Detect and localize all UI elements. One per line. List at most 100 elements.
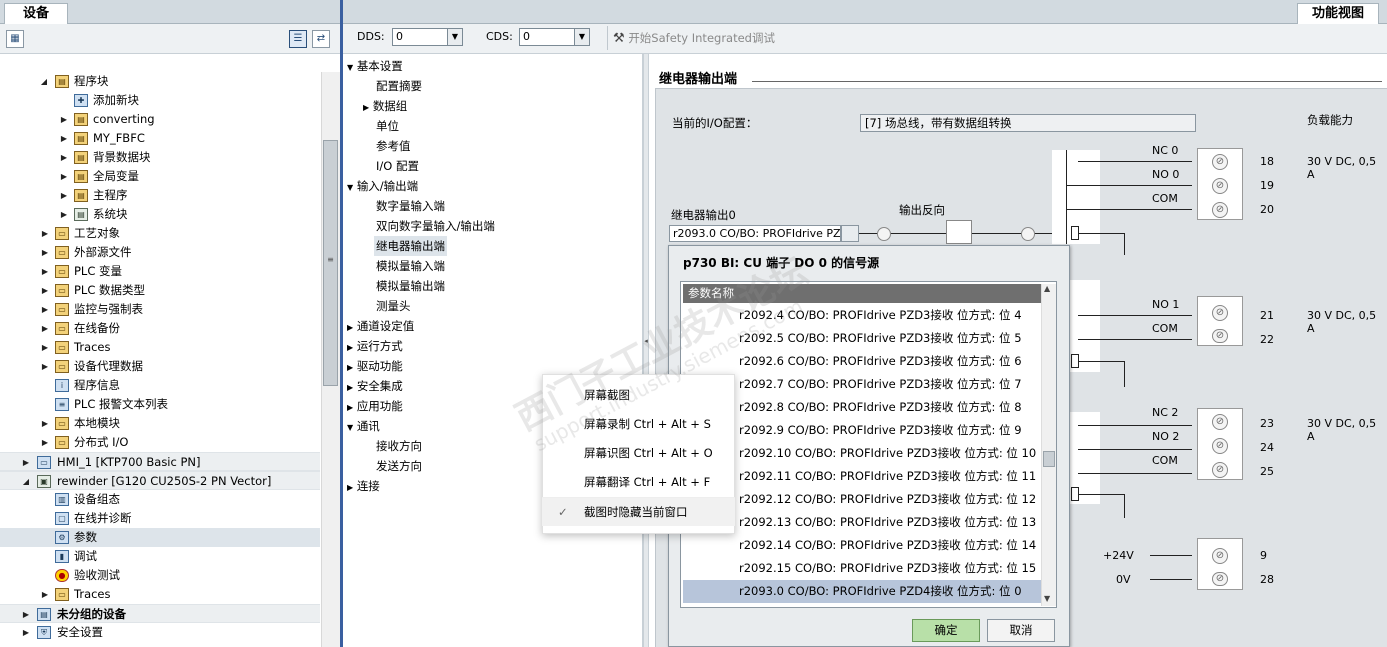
- nav-analog-inputs[interactable]: 模拟量输入端: [376, 256, 445, 276]
- tree-item-instance-db[interactable]: ▶ ▤ 背景数据块: [0, 148, 320, 167]
- list-item[interactable]: r2092.15 CO/BO: PROFIdrive PZD3接收 位方式: 位…: [683, 557, 1041, 580]
- list-item[interactable]: r2092.10 CO/BO: PROFIdrive PZD3接收 位方式: 位…: [683, 442, 1041, 465]
- nav-digital-inputs[interactable]: 数字量输入端: [376, 196, 445, 216]
- tree-item-main-program[interactable]: ▶ ▤ 主程序: [0, 186, 320, 205]
- project-icon[interactable]: ⇄: [312, 30, 330, 48]
- nav-relay-outputs[interactable]: 继电器输出端: [374, 236, 447, 256]
- expand-arrow-icon[interactable]: ▶: [41, 243, 49, 262]
- tree-item-external-sources[interactable]: ▶ ▭ 外部源文件: [0, 243, 320, 262]
- expand-arrow-icon[interactable]: ▶: [41, 357, 49, 376]
- menu-item-screen-translate[interactable]: 屏幕翻译 Ctrl + Alt + F: [542, 468, 735, 497]
- invert-checkbox[interactable]: [946, 220, 972, 244]
- expand-arrow-icon[interactable]: ▶: [41, 224, 49, 243]
- tree-item-my-fbfc[interactable]: ▶ ▤ MY_FBFC: [0, 129, 320, 148]
- menu-item-screen-ocr[interactable]: 屏幕识图 Ctrl + Alt + O: [542, 439, 735, 468]
- tree-item-parameters[interactable]: ⚙ 参数: [0, 528, 320, 547]
- tree-item-alarm-texts[interactable]: ≡ PLC 报警文本列表: [0, 395, 320, 414]
- tree-item-local-modules[interactable]: ▶ ▭ 本地模块: [0, 414, 320, 433]
- tree-item-tech-objects[interactable]: ▶ ▭ 工艺对象: [0, 224, 320, 243]
- expand-arrow-icon[interactable]: ▶: [60, 110, 68, 129]
- expand-arrow-icon[interactable]: ▶: [22, 605, 30, 624]
- tree-item-traces[interactable]: ▶ ▭ Traces: [0, 338, 320, 357]
- list-item-selected[interactable]: r2093.0 CO/BO: PROFIdrive PZD4接收 位方式: 位 …: [683, 580, 1041, 603]
- nav-basic-settings[interactable]: ▼ 基本设置: [347, 56, 403, 76]
- list-item[interactable]: r2092.7 CO/BO: PROFIdrive PZD3接收 位方式: 位 …: [683, 373, 1041, 396]
- source-select-button[interactable]: [841, 225, 859, 242]
- tree-item-acceptance-test[interactable]: ● 验收测试: [0, 566, 320, 585]
- expand-arrow-icon[interactable]: ▶: [41, 281, 49, 300]
- nav-analog-outputs[interactable]: 模拟量输出端: [376, 276, 445, 296]
- nav-safety-integrated[interactable]: ▶ 安全集成: [347, 376, 403, 396]
- tree-item-add-block[interactable]: ✚ 添加新块: [0, 91, 320, 110]
- nav-io[interactable]: ▼ 输入/输出端: [347, 176, 418, 196]
- list-item[interactable]: r2092.11 CO/BO: PROFIdrive PZD3接收 位方式: 位…: [683, 465, 1041, 488]
- expand-arrow-icon[interactable]: ▶: [41, 262, 49, 281]
- expand-arrow-icon[interactable]: ◢: [22, 472, 30, 491]
- nav-setpoint-channel[interactable]: ▶ 通道设定值: [347, 316, 414, 336]
- nav-config-summary[interactable]: 配置摘要: [376, 76, 422, 96]
- list-item[interactable]: r2092.12 CO/BO: PROFIdrive PZD3接收 位方式: 位…: [683, 488, 1041, 511]
- tree-item-commissioning[interactable]: ▮ 调试: [0, 547, 320, 566]
- list-scrollbar[interactable]: ▲ ▼: [1041, 284, 1056, 606]
- tree-item-global-vars[interactable]: ▶ ▤ 全局变量: [0, 167, 320, 186]
- expand-arrow-icon[interactable]: ▶: [22, 453, 30, 472]
- nav-receive-direction[interactable]: 接收方向: [376, 436, 422, 456]
- expand-arrow-icon[interactable]: ▶: [41, 300, 49, 319]
- list-item[interactable]: r2092.13 CO/BO: PROFIdrive PZD3接收 位方式: 位…: [683, 511, 1041, 534]
- tree-item-ungrouped[interactable]: ▶ ▤ 未分组的设备: [0, 604, 320, 623]
- cancel-button[interactable]: 取消: [987, 619, 1055, 642]
- dds-select[interactable]: 0 ▼: [392, 28, 463, 46]
- expand-arrow-icon[interactable]: ▶: [41, 319, 49, 338]
- tree-item-security[interactable]: ▶ ⛨ 安全设置: [0, 623, 320, 642]
- tree-item-program-info[interactable]: i 程序信息: [0, 376, 320, 395]
- tree-item-program-blocks[interactable]: ◢ ▤ 程序块: [0, 72, 320, 91]
- start-safety-button[interactable]: ⚒ 开始Safety Integrated调试: [613, 28, 775, 48]
- nav-communication[interactable]: ▼ 通讯: [347, 416, 380, 436]
- expand-arrow-icon[interactable]: ▶: [41, 414, 49, 433]
- tab-function-view[interactable]: 功能视图: [1297, 3, 1379, 25]
- tree-item-converting[interactable]: ▶ ▤ converting: [0, 110, 320, 129]
- tree-item-system-blocks[interactable]: ▶ ▤ 系统块: [0, 205, 320, 224]
- list-scrollbar-thumb[interactable]: [1043, 451, 1055, 467]
- nav-application-functions[interactable]: ▶ 应用功能: [347, 396, 403, 416]
- tree-item-online-diag[interactable]: ▢ 在线并诊断: [0, 509, 320, 528]
- expand-arrow-icon[interactable]: ▶: [60, 186, 68, 205]
- tree-item-proxy-data[interactable]: ▶ ▭ 设备代理数据: [0, 357, 320, 376]
- nav-bidirectional-io[interactable]: 双向数字量输入/输出端: [376, 216, 495, 236]
- nav-units[interactable]: 单位: [376, 116, 399, 136]
- list-view-icon[interactable]: ☰: [289, 30, 307, 48]
- relay-output-source-field[interactable]: r2093.0 CO/BO: PROFIdrive PZD: [669, 225, 841, 242]
- list-item[interactable]: r2092.8 CO/BO: PROFIdrive PZD3接收 位方式: 位 …: [683, 396, 1041, 419]
- properties-icon[interactable]: ▦: [6, 30, 24, 48]
- scroll-down-icon[interactable]: ▼: [1044, 594, 1050, 603]
- nav-send-direction[interactable]: 发送方向: [376, 456, 422, 476]
- tree-item-online-backups[interactable]: ▶ ▭ 在线备份: [0, 319, 320, 338]
- tree-item-watch-tables[interactable]: ▶ ▭ 监控与强制表: [0, 300, 320, 319]
- tree-item-device-config[interactable]: ▥ 设备组态: [0, 490, 320, 509]
- menu-item-hide-window[interactable]: ✓ 截图时隐藏当前窗口: [542, 497, 735, 526]
- expand-arrow-icon[interactable]: ▶: [60, 148, 68, 167]
- tree-scrollbar-thumb[interactable]: ≡: [323, 140, 338, 386]
- nav-datasets[interactable]: ▶ 数据组: [363, 96, 407, 116]
- expand-arrow-icon[interactable]: ▶: [41, 433, 49, 452]
- nav-connection[interactable]: ▶ 连接: [347, 476, 380, 496]
- expand-arrow-icon[interactable]: ▶: [60, 129, 68, 148]
- list-item[interactable]: r2092.14 CO/BO: PROFIdrive PZD3接收 位方式: 位…: [683, 534, 1041, 557]
- list-item[interactable]: r2092.6 CO/BO: PROFIdrive PZD3接收 位方式: 位 …: [683, 350, 1041, 373]
- tree-item-plc-tags[interactable]: ▶ ▭ PLC 变量: [0, 262, 320, 281]
- tab-devices[interactable]: 设备: [4, 3, 68, 25]
- tree-item-distributed-io[interactable]: ▶ ▭ 分布式 I/O: [0, 433, 320, 452]
- expand-arrow-icon[interactable]: ◢: [40, 72, 48, 91]
- expand-arrow-icon[interactable]: ▶: [41, 585, 49, 604]
- nav-reference-values[interactable]: 参考值: [376, 136, 411, 156]
- tree-item-hmi[interactable]: ▶ ▭ HMI_1 [KTP700 Basic PN]: [0, 452, 320, 471]
- cds-select[interactable]: 0 ▼: [519, 28, 590, 46]
- expand-arrow-icon[interactable]: ▶: [41, 338, 49, 357]
- nav-drive-functions[interactable]: ▶ 驱动功能: [347, 356, 403, 376]
- expand-arrow-icon[interactable]: ▶: [60, 205, 68, 224]
- nav-operation-mode[interactable]: ▶ 运行方式: [347, 336, 403, 356]
- expand-arrow-icon[interactable]: ▶: [60, 167, 68, 186]
- nav-probe[interactable]: 测量头: [376, 296, 411, 316]
- tree-item-plc-datatypes[interactable]: ▶ ▭ PLC 数据类型: [0, 281, 320, 300]
- scroll-up-icon[interactable]: ▲: [1044, 284, 1050, 293]
